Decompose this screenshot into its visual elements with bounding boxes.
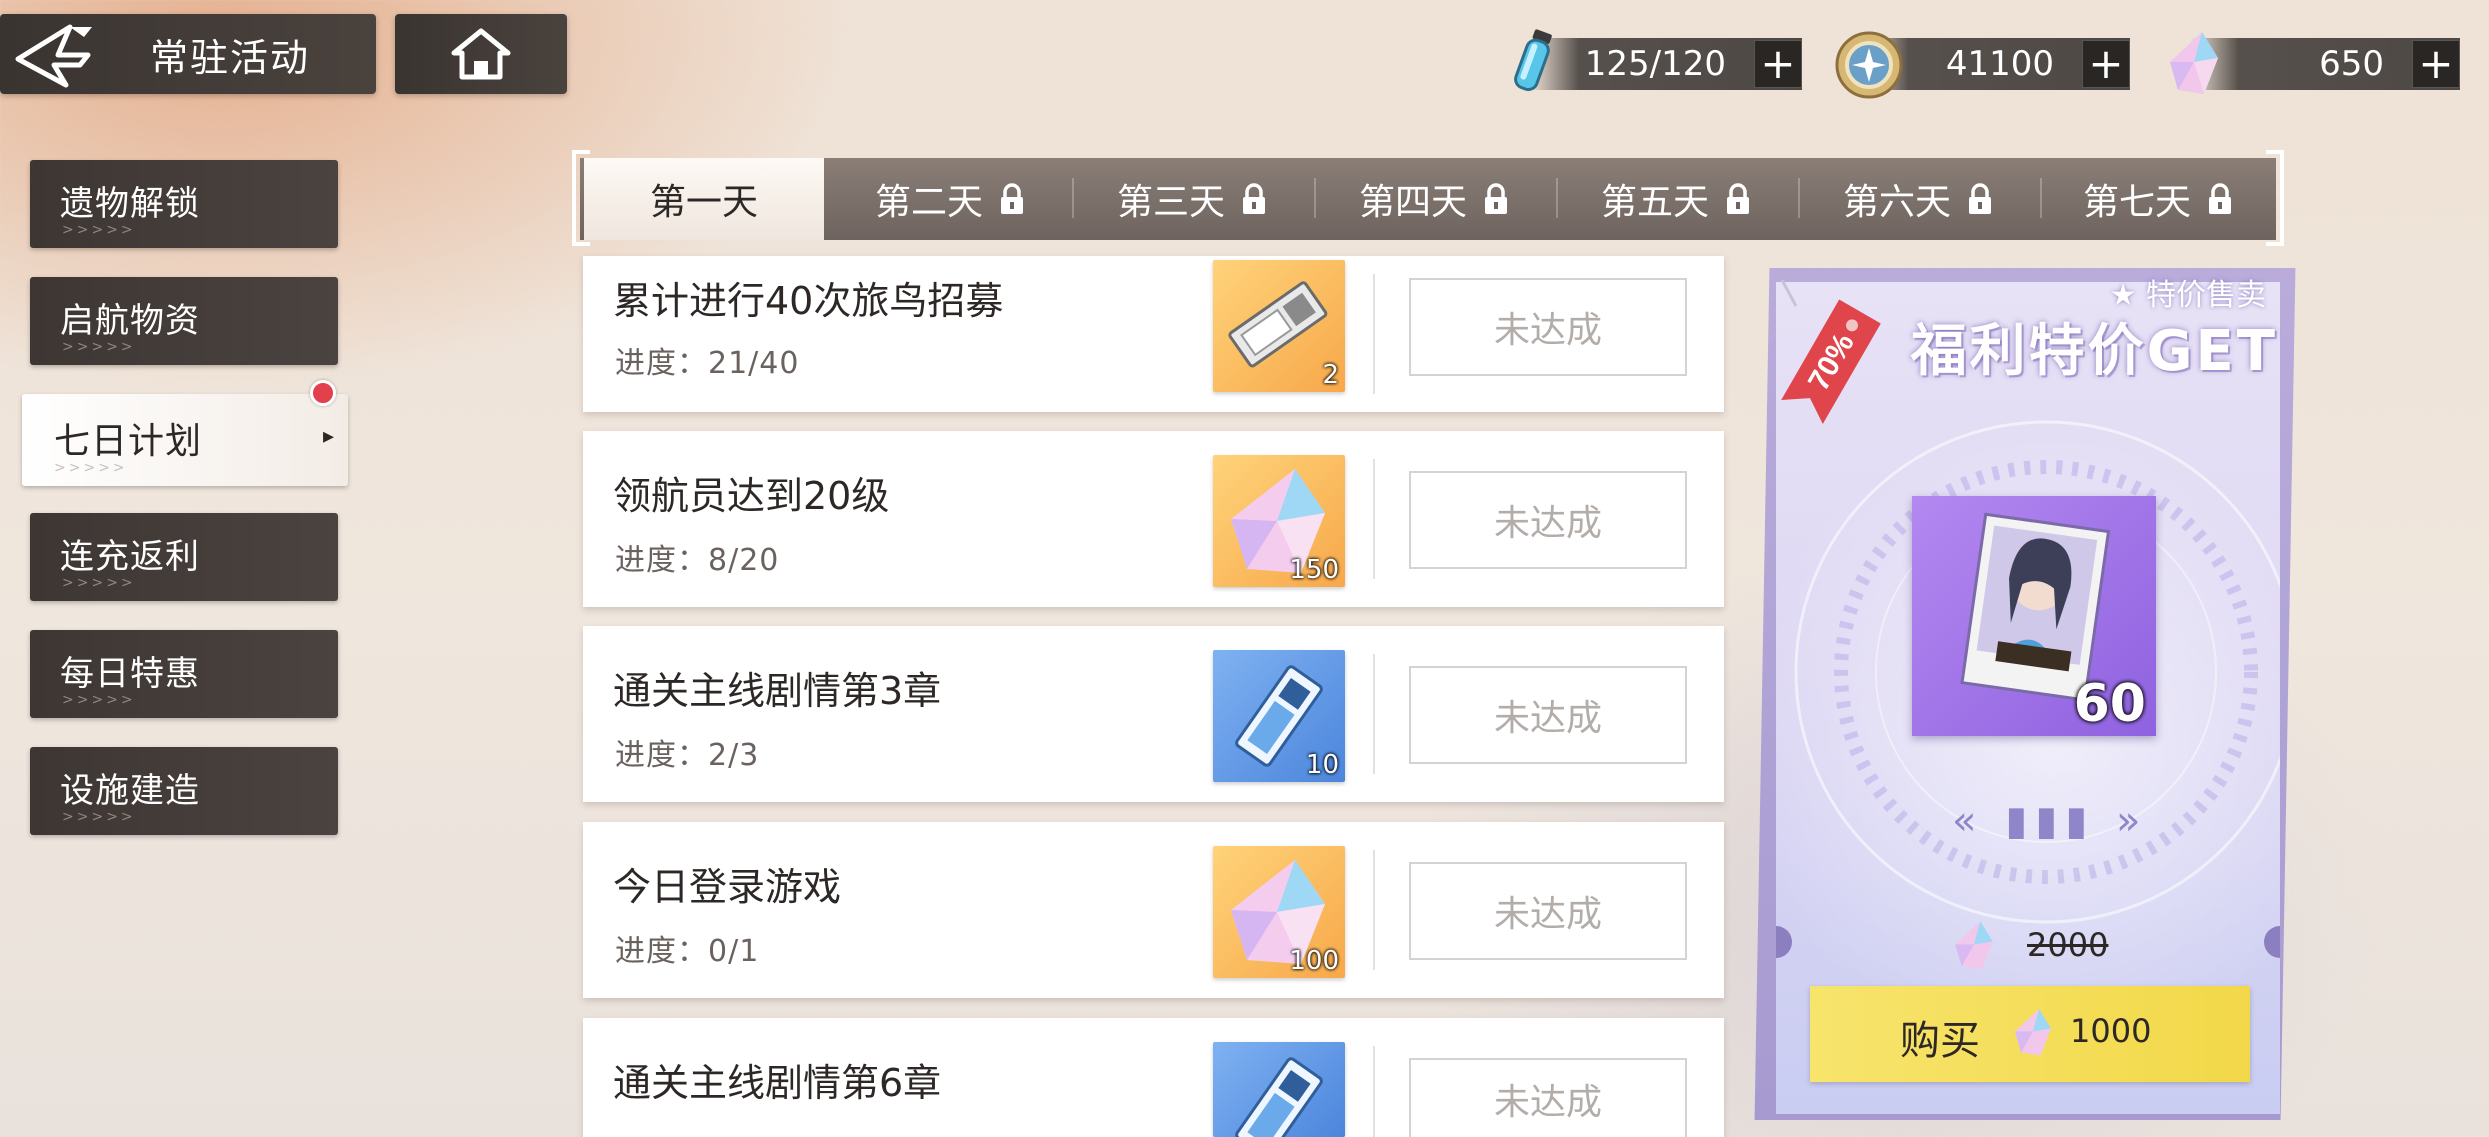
home-button[interactable] [395, 14, 567, 94]
promo-panel: 70% ★ 特价售卖 福利特价GET 60 « ▮▮▮ » 2000 购买 10… [1752, 268, 2296, 1120]
sale-price: 1000 [2070, 1012, 2152, 1050]
task-title: 通关主线剧情第3章 [613, 669, 942, 713]
tab-day-4[interactable]: 第四天 [1314, 158, 1554, 240]
menu-dots: >>>>> [54, 460, 128, 476]
lock-icon [1001, 183, 1023, 214]
buy-button[interactable]: 购买 1000 [1810, 986, 2250, 1082]
menu-item-relic-unlock[interactable]: 遗物解锁 >>>>> [30, 160, 338, 248]
promo-pager[interactable]: « ▮▮▮ » [1952, 798, 2148, 844]
promo-item-count: 60 [2073, 674, 2146, 734]
tab-label: 第四天 [1358, 182, 1467, 223]
menu-label: 遗物解锁 [60, 184, 200, 224]
stamina-vial-icon [1508, 26, 1558, 102]
crystal-value: 650 [2319, 44, 2384, 84]
coin-value: 41100 [1945, 44, 2054, 84]
page-title: 常驻活动 [150, 35, 311, 80]
back-arrow-icon [0, 14, 110, 94]
menu-label: 设施建造 [60, 771, 200, 811]
menu-dots: >>>>> [62, 222, 136, 238]
discount-tag: 70% [1762, 279, 1882, 430]
menu-label: 七日计划 [54, 421, 203, 462]
tab-day-5[interactable]: 第五天 [1556, 158, 1796, 240]
add-crystal-button[interactable]: + [2412, 40, 2460, 88]
tab-day-2[interactable]: 第二天 [830, 158, 1070, 240]
task-progress: 进度：0/1 [615, 934, 760, 969]
notification-dot [310, 380, 336, 406]
claim-button[interactable]: 未达成 [1409, 862, 1687, 960]
coin-icon [1834, 30, 1904, 104]
original-price: 2000 [2027, 926, 2109, 964]
menu-item-seven-day-plan[interactable]: 七日计划 >>>>> ▸ [22, 380, 348, 486]
add-coin-button[interactable]: + [2082, 40, 2130, 88]
lock-icon [1969, 183, 1991, 214]
menu-label: 连充返利 [60, 537, 200, 577]
task-card: 通关主线剧情第3章 进度：2/3 10 未达成 [583, 626, 1724, 802]
task-title: 通关主线剧情第6章 [613, 1061, 942, 1105]
tab-label: 第六天 [1842, 182, 1951, 223]
lock-icon [1727, 183, 1749, 214]
menu-item-facility-building[interactable]: 设施建造 >>>>> [30, 747, 338, 835]
menu-item-recharge-rebate[interactable]: 连充返利 >>>>> [30, 513, 338, 601]
reward-slot[interactable]: 10 [1213, 650, 1345, 782]
reward-count: 150 [1289, 555, 1339, 585]
menu-dots: >>>>> [62, 575, 136, 591]
task-card: 今日登录游戏 进度：0/1 100 未达成 [583, 822, 1724, 998]
reward-slot[interactable]: 150 [1213, 455, 1345, 587]
menu-label: 启航物资 [60, 301, 200, 341]
lock-icon [2209, 183, 2231, 214]
claim-button[interactable]: 未达成 [1409, 1058, 1687, 1137]
task-card: 通关主线剧情第6章 未达成 [583, 1018, 1724, 1137]
tab-label: 第三天 [1116, 182, 1225, 223]
task-card: 累计进行40次旅鸟招募 进度：21/40 2 未达成 [583, 256, 1724, 412]
tab-day-1[interactable]: 第一天 [584, 158, 824, 240]
home-icon [451, 28, 511, 80]
menu-arrow-icon: ▸ [322, 424, 334, 449]
task-title: 累计进行40次旅鸟招募 [613, 279, 1004, 323]
claim-button[interactable]: 未达成 [1409, 278, 1687, 376]
task-title: 今日登录游戏 [613, 865, 842, 909]
stamina-value: 125/120 [1584, 44, 1726, 84]
promo-title: 福利特价GET [1910, 319, 2278, 384]
claim-button[interactable]: 未达成 [1409, 666, 1687, 764]
buy-label: 购买 [1900, 1018, 1980, 1064]
day-tab-bar: 第一天 第二天 第三天 第四天 第五天 第六天 第七天 [572, 150, 2284, 246]
reward-slot[interactable] [1213, 1042, 1345, 1137]
menu-dots: >>>>> [62, 809, 136, 825]
add-stamina-button[interactable]: + [1754, 40, 1802, 88]
tab-day-6[interactable]: 第六天 [1798, 158, 2038, 240]
menu-item-launch-supplies[interactable]: 启航物资 >>>>> [30, 277, 338, 365]
task-progress: 进度：21/40 [615, 346, 800, 381]
lock-icon [1485, 183, 1507, 214]
menu-dots: >>>>> [62, 339, 136, 355]
menu-item-daily-deals[interactable]: 每日特惠 >>>>> [30, 630, 338, 718]
tab-label: 第一天 [649, 182, 758, 223]
tab-day-7[interactable]: 第七天 [2038, 158, 2278, 240]
reward-count: 2 [1322, 360, 1339, 390]
crystal-icon [1950, 918, 1998, 978]
task-progress: 进度：2/3 [615, 738, 760, 773]
reward-count: 100 [1289, 946, 1339, 976]
tab-label: 第五天 [1600, 182, 1709, 223]
task-title: 领航员达到20级 [613, 474, 890, 518]
lock-icon [1243, 183, 1265, 214]
task-card: 领航员达到20级 进度：8/20 150 未达成 [583, 431, 1724, 607]
task-progress: 进度：8/20 [615, 543, 780, 578]
tab-label: 第七天 [2082, 182, 2191, 223]
promo-item-slot[interactable]: 60 [1912, 496, 2156, 736]
reward-slot[interactable]: 100 [1213, 846, 1345, 978]
blue-ticket-icon [1235, 1057, 1323, 1137]
tab-day-3[interactable]: 第三天 [1072, 158, 1312, 240]
menu-dots: >>>>> [62, 692, 136, 708]
crystal-icon [2164, 28, 2224, 104]
claim-button[interactable]: 未达成 [1409, 471, 1687, 569]
stamina-counter: 125/120 + [1530, 38, 1802, 90]
reward-slot[interactable]: 2 [1213, 260, 1345, 392]
reward-count: 10 [1305, 750, 1339, 780]
tab-label: 第二天 [874, 182, 983, 223]
crystal-counter: 650 + [2190, 38, 2460, 90]
crystal-icon [2010, 1006, 2056, 1064]
menu-label: 每日特惠 [60, 654, 200, 694]
back-button[interactable]: 常驻活动 [0, 14, 376, 94]
